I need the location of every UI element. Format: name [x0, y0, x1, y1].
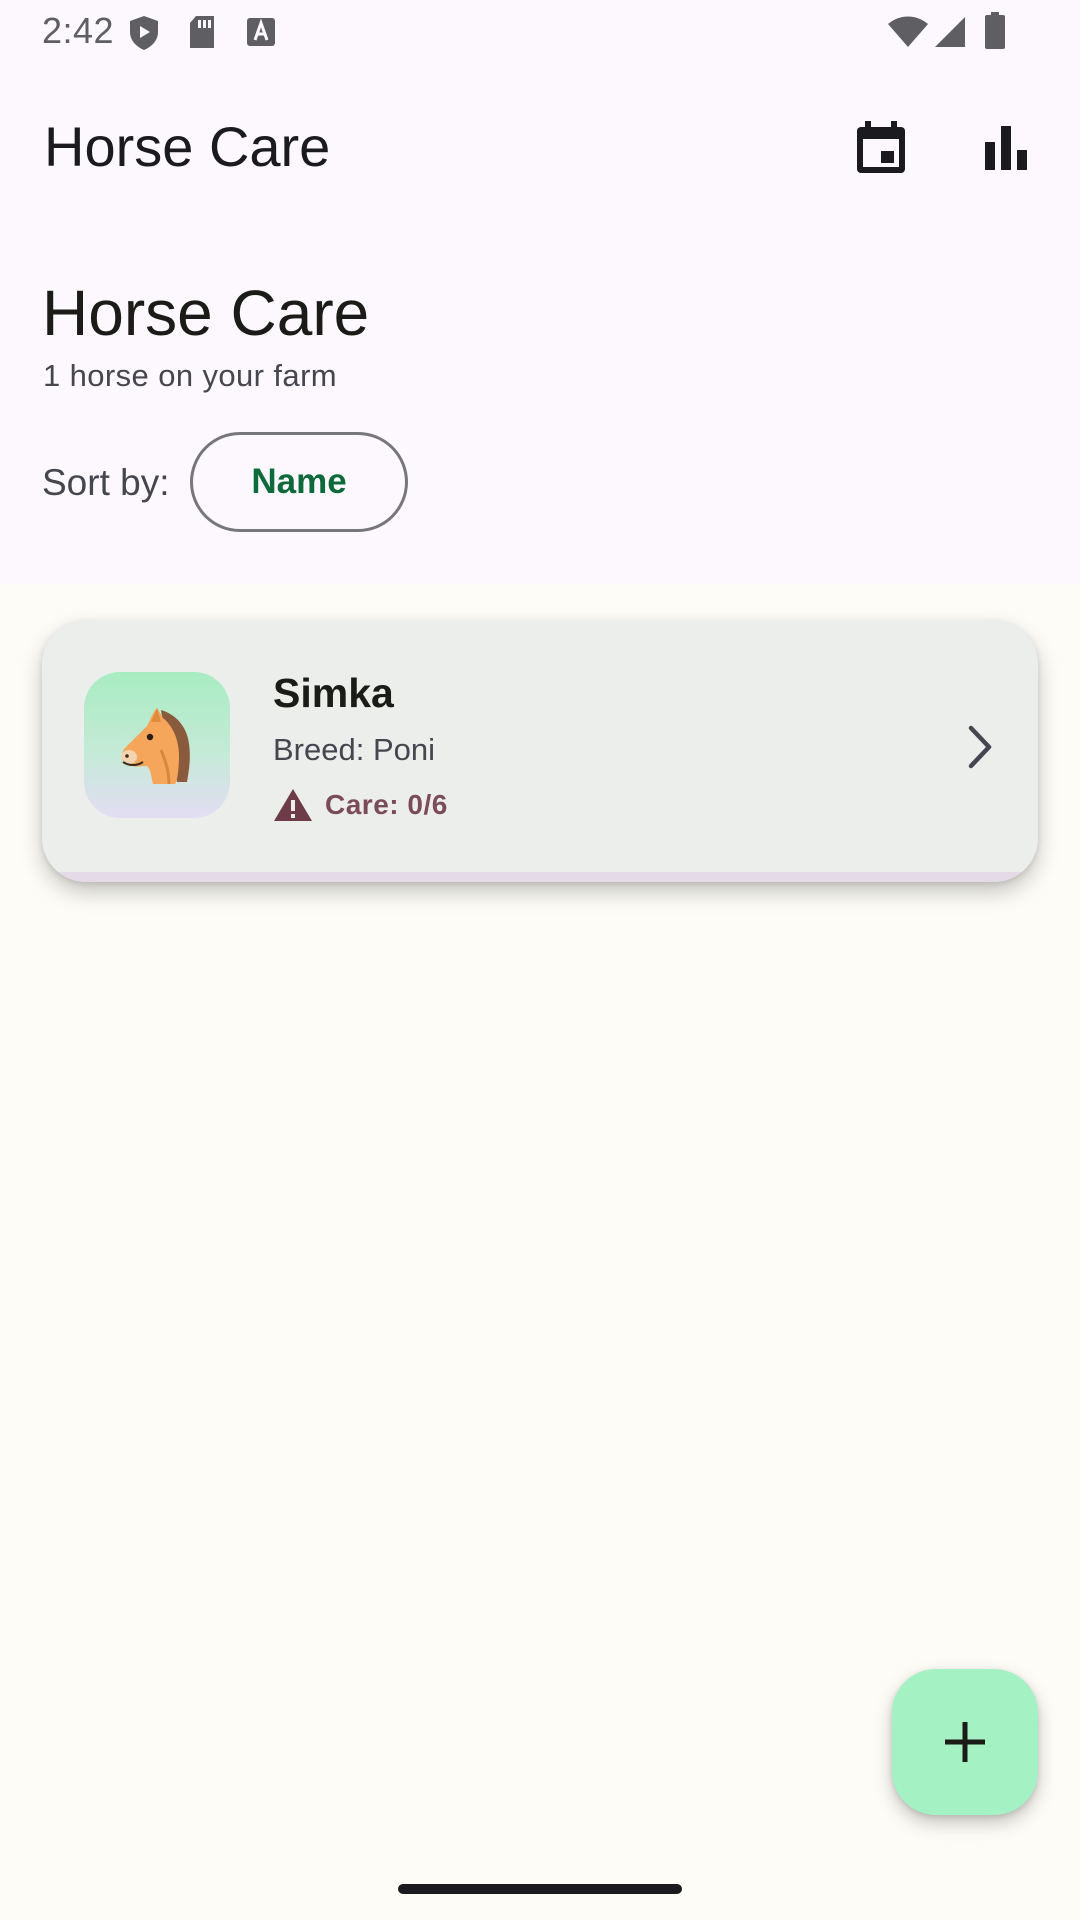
- shield-icon: [128, 14, 160, 57]
- battery-icon: [984, 12, 1006, 55]
- header: Horse Care Horse Care 1 horse on your fa…: [0, 64, 1080, 584]
- status-time: 2:42: [42, 10, 115, 51]
- calendar-button[interactable]: [833, 100, 929, 196]
- chevron-right-icon: [966, 724, 994, 775]
- statistics-button[interactable]: [958, 100, 1054, 196]
- warning-icon: [274, 789, 312, 821]
- calendar-icon: [857, 121, 905, 173]
- horse-count-subtitle: 1 horse on your farm: [43, 358, 338, 393]
- page-heading: Horse Care: [42, 277, 370, 349]
- cell-signal-icon: [934, 16, 966, 53]
- home-indicator[interactable]: [398, 1884, 682, 1894]
- horse-card[interactable]: Simka Breed: Poni Care: 0/6: [42, 620, 1038, 882]
- add-horse-button[interactable]: [892, 1669, 1038, 1815]
- care-progress-text: Care: 0/6: [325, 789, 448, 820]
- sort-by-name-chip[interactable]: Name: [190, 432, 408, 532]
- bar-chart-icon: [985, 126, 1027, 170]
- screen: 2:42 Horse Care Horse Care 1 horse on yo…: [0, 0, 1080, 1920]
- app-bar-title: Horse Care: [44, 115, 331, 178]
- font-a-icon: [246, 14, 276, 53]
- wifi-icon: [888, 16, 928, 53]
- plus-icon: [945, 1722, 985, 1762]
- horse-breed: Breed: Poni: [273, 732, 435, 767]
- horse-avatar: [84, 672, 230, 818]
- care-status: Care: 0/6: [273, 788, 448, 822]
- horse-name: Simka: [273, 670, 394, 716]
- sd-card-icon: [188, 14, 216, 55]
- status-bar: 2:42: [0, 0, 1080, 64]
- card-bottom-strip: [42, 872, 1038, 882]
- horse-face-icon: [121, 708, 190, 785]
- sort-label: Sort by:: [42, 462, 170, 503]
